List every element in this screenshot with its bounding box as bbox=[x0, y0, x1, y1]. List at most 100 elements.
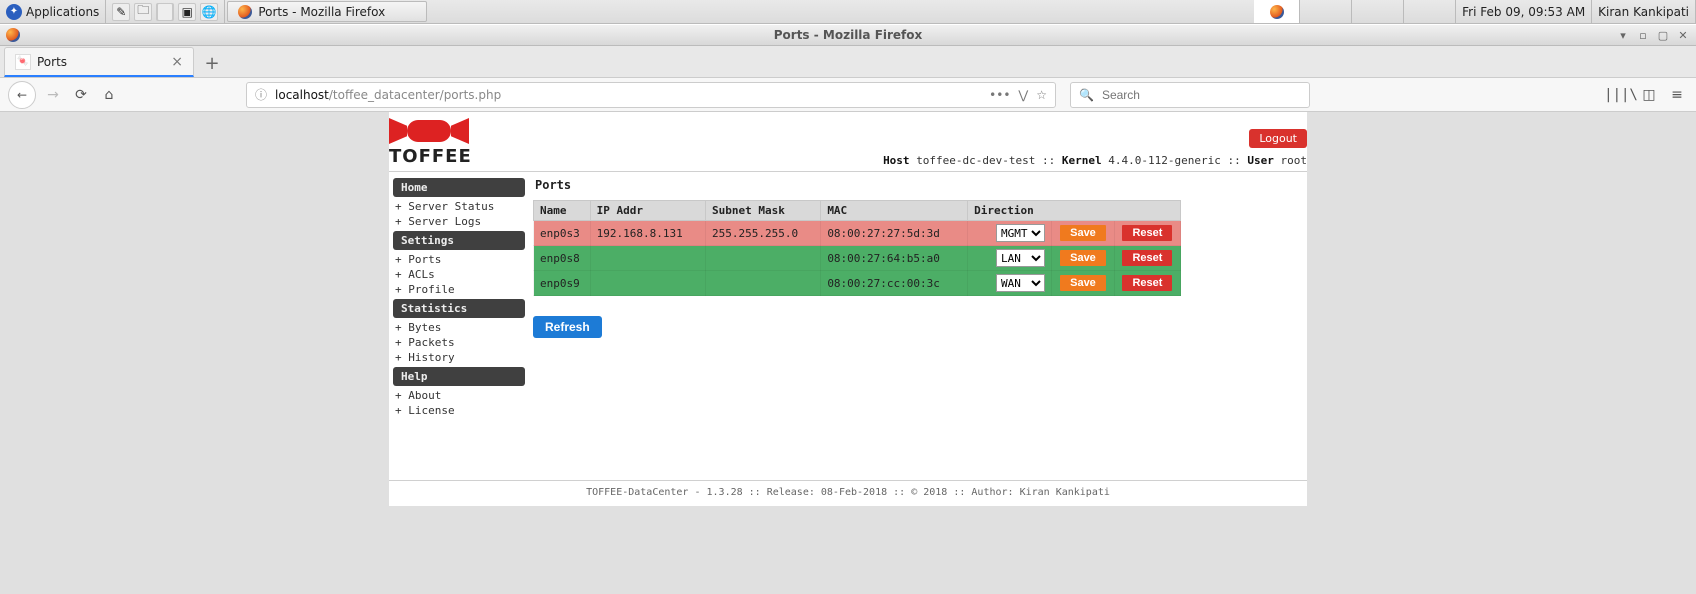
firefox-icon bbox=[238, 5, 252, 19]
back-button[interactable]: ← bbox=[8, 81, 36, 109]
direction-select[interactable]: MGMTLANWAN bbox=[996, 274, 1045, 292]
window-maximize-icon[interactable]: ▢ bbox=[1654, 27, 1672, 43]
url-bar[interactable]: ⓘ localhost/toffee_datacenter/ports.php … bbox=[246, 82, 1056, 108]
sidebar-item[interactable]: + Profile bbox=[393, 282, 525, 297]
cell-name: enp0s3 bbox=[534, 221, 591, 246]
new-tab-button[interactable]: + bbox=[198, 49, 226, 77]
col-mask: Subnet Mask bbox=[705, 201, 820, 221]
forward-button[interactable]: → bbox=[42, 84, 64, 106]
sidebar-item[interactable]: + History bbox=[393, 350, 525, 365]
home-button[interactable]: ⌂ bbox=[98, 84, 120, 106]
sidebar-item[interactable]: + About bbox=[393, 388, 525, 403]
tab-title: Ports bbox=[37, 55, 67, 69]
reset-button[interactable]: Reset bbox=[1122, 225, 1172, 241]
firefox-icon[interactable] bbox=[156, 3, 174, 21]
nav-toolbar: ← → ⟳ ⌂ ⓘ localhost/toffee_datacenter/po… bbox=[0, 78, 1696, 112]
header-right: Logout Host toffee-dc-dev-test :: Kernel… bbox=[883, 129, 1307, 167]
window-restore-icon[interactable]: ▫ bbox=[1634, 27, 1652, 43]
sidebar-item[interactable]: + Server Status bbox=[393, 199, 525, 214]
cell-mask bbox=[705, 271, 820, 296]
sidebar-heading[interactable]: Help bbox=[393, 367, 525, 386]
cell-mac: 08:00:27:64:b5:a0 bbox=[821, 246, 968, 271]
refresh-button[interactable]: Refresh bbox=[533, 316, 602, 338]
panel-blank-2 bbox=[1352, 0, 1404, 23]
host-value: toffee-dc-dev-test bbox=[916, 154, 1035, 167]
panel-blank-3 bbox=[1404, 0, 1456, 23]
direction-select[interactable]: MGMTLANWAN bbox=[996, 224, 1045, 242]
table-row: enp0s908:00:27:cc:00:3cMGMTLANWANSaveRes… bbox=[534, 271, 1181, 296]
sidebar-heading[interactable]: Statistics bbox=[393, 299, 525, 318]
sidebar-item[interactable]: + ACLs bbox=[393, 267, 525, 282]
kernel-value: 4.4.0-112-generic bbox=[1108, 154, 1221, 167]
direction-select[interactable]: MGMTLANWAN bbox=[996, 249, 1045, 267]
sidebar-item[interactable]: + Packets bbox=[393, 335, 525, 350]
files-icon[interactable]: 🗀 bbox=[134, 3, 152, 21]
library-icon[interactable]: |||\ bbox=[1610, 84, 1632, 106]
url-path: /toffee_datacenter/ports.php bbox=[329, 88, 501, 102]
logo: TOFFEE bbox=[389, 118, 475, 167]
sidebar-item[interactable]: + License bbox=[393, 403, 525, 418]
reset-button[interactable]: Reset bbox=[1122, 275, 1172, 291]
terminal-icon[interactable]: ▣ bbox=[178, 3, 196, 21]
brand-text: TOFFEE bbox=[389, 146, 475, 167]
window-close-icon[interactable]: ✕ bbox=[1674, 27, 1692, 43]
url-host: localhost bbox=[275, 88, 329, 102]
taskbar-button-firefox[interactable]: Ports - Mozilla Firefox bbox=[227, 1, 427, 22]
tab-ports[interactable]: 🍬 Ports × bbox=[4, 47, 194, 77]
search-bar[interactable]: 🔍 bbox=[1070, 82, 1310, 108]
viewport: TOFFEE Logout Host toffee-dc-dev-test ::… bbox=[0, 112, 1696, 594]
tab-strip: 🍬 Ports × + bbox=[0, 46, 1696, 78]
os-panel: ✦ Applications ✎ 🗀 ▣ 🌐 Ports - Mozilla F… bbox=[0, 0, 1696, 24]
cell-ip: 192.168.8.131 bbox=[590, 221, 705, 246]
clock-text: Fri Feb 09, 09:53 AM bbox=[1462, 5, 1585, 19]
sidebar-heading[interactable]: Home bbox=[393, 178, 525, 197]
cell-mask: 255.255.255.0 bbox=[705, 221, 820, 246]
taskbar-button-label: Ports - Mozilla Firefox bbox=[258, 5, 385, 19]
cell-mac: 08:00:27:27:5d:3d bbox=[821, 221, 968, 246]
app-menu-icon[interactable]: ≡ bbox=[1666, 84, 1688, 106]
sidebar-toggle-icon[interactable]: ◫ bbox=[1638, 84, 1660, 106]
firefox-icon bbox=[1270, 5, 1284, 19]
sidebar-heading[interactable]: Settings bbox=[393, 231, 525, 250]
sidebar-item[interactable]: + Server Logs bbox=[393, 214, 525, 229]
site-info-icon[interactable]: ⓘ bbox=[255, 86, 267, 103]
panel-firefox-indicator[interactable] bbox=[1254, 0, 1300, 23]
panel-blank-1 bbox=[1300, 0, 1352, 23]
cell-ip bbox=[590, 271, 705, 296]
more-icon[interactable]: ••• bbox=[989, 88, 1010, 102]
panel-user[interactable]: Kiran Kankipati bbox=[1592, 0, 1696, 23]
save-button[interactable]: Save bbox=[1060, 250, 1106, 266]
table-header-row: Name IP Addr Subnet Mask MAC Direction bbox=[534, 201, 1181, 221]
footer: TOFFEE-DataCenter - 1.3.28 :: Release: 0… bbox=[389, 481, 1307, 506]
browser-icon[interactable]: 🌐 bbox=[200, 3, 218, 21]
reload-button[interactable]: ⟳ bbox=[70, 84, 92, 106]
sidebar: Home + Server Status+ Server Logs Settings… bbox=[389, 172, 529, 480]
save-button[interactable]: Save bbox=[1060, 225, 1106, 241]
pocket-icon[interactable]: ⋁ bbox=[1018, 88, 1028, 102]
editor-icon[interactable]: ✎ bbox=[112, 3, 130, 21]
bookmark-star-icon[interactable]: ☆ bbox=[1036, 88, 1047, 102]
reset-button[interactable]: Reset bbox=[1122, 250, 1172, 266]
search-icon: 🔍 bbox=[1079, 88, 1094, 102]
tab-close-icon[interactable]: × bbox=[171, 54, 183, 70]
sidebar-item[interactable]: + Bytes bbox=[393, 320, 525, 335]
col-ip: IP Addr bbox=[590, 201, 705, 221]
sidebar-item[interactable]: + Ports bbox=[393, 252, 525, 267]
cell-mac: 08:00:27:cc:00:3c bbox=[821, 271, 968, 296]
applications-label: Applications bbox=[26, 5, 99, 19]
host-info: Host toffee-dc-dev-test :: Kernel 4.4.0-… bbox=[883, 154, 1307, 167]
main-content: Ports Name IP Addr Subnet Mask MAC Direc… bbox=[529, 172, 1307, 480]
cell-name: enp0s8 bbox=[534, 246, 591, 271]
logout-button[interactable]: Logout bbox=[1249, 129, 1307, 148]
applications-menu[interactable]: ✦ Applications bbox=[0, 0, 106, 23]
cell-mask bbox=[705, 246, 820, 271]
host-label: Host bbox=[883, 154, 910, 167]
panel-clock[interactable]: Fri Feb 09, 09:53 AM bbox=[1456, 0, 1592, 23]
page: TOFFEE Logout Host toffee-dc-dev-test ::… bbox=[389, 112, 1307, 506]
candy-icon bbox=[389, 118, 469, 144]
save-button[interactable]: Save bbox=[1060, 275, 1106, 291]
tab-favicon: 🍬 bbox=[15, 54, 31, 70]
search-input[interactable] bbox=[1100, 87, 1301, 103]
window-minimize-icon[interactable]: ▾ bbox=[1614, 27, 1632, 43]
cell-ip bbox=[590, 246, 705, 271]
